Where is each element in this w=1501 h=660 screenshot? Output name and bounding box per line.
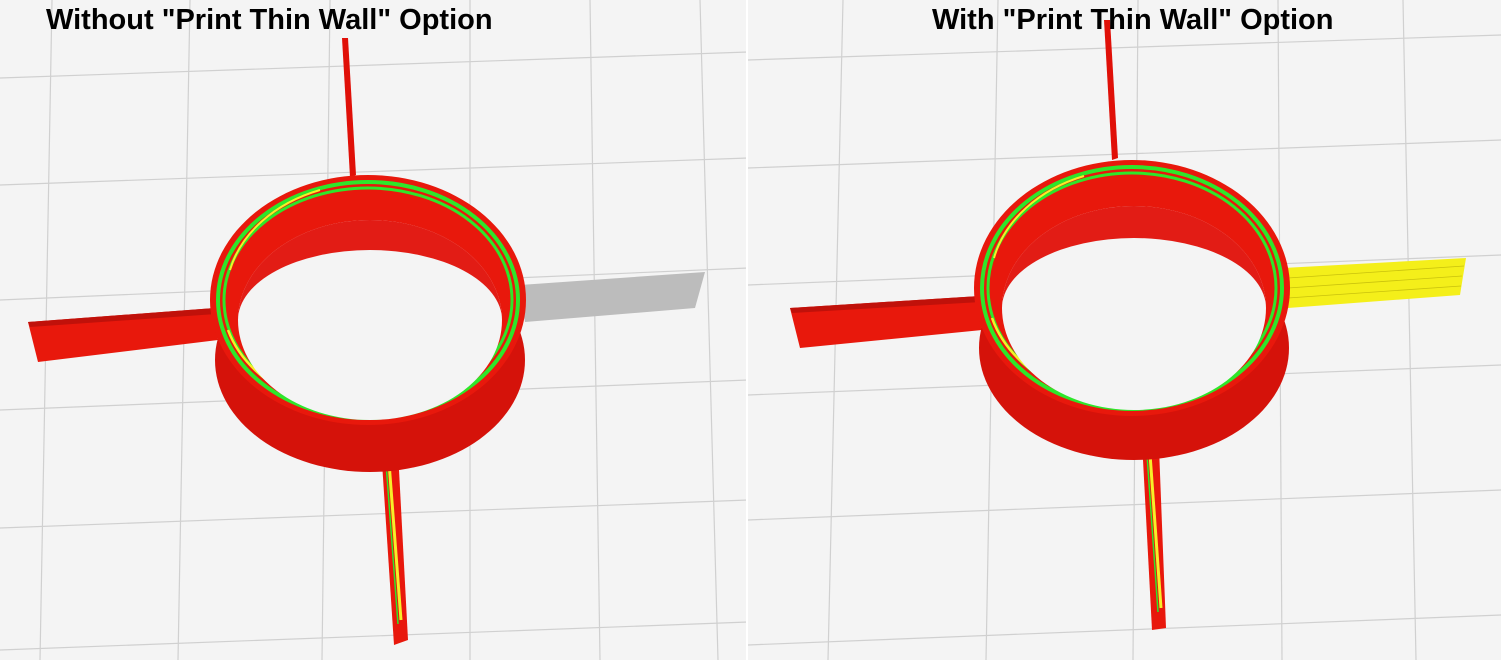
panel-with-thin-wall: With "Print Thin Wall" Option [748,0,1501,660]
comparison-view: Without "Print Thin Wall" Option With "P… [0,0,1501,660]
thin-wall-segment [1283,258,1466,308]
top-spike [342,38,356,177]
ring-model [974,160,1290,460]
left-arm [790,296,982,348]
panel-divider [746,0,748,660]
panel-without-thin-wall: Without "Print Thin Wall" Option [0,0,748,660]
panel-title: Without "Print Thin Wall" Option [46,4,493,36]
ring-model [210,175,526,472]
slice-preview-render [0,0,748,660]
thin-wall-segment [520,272,705,322]
left-arm [28,308,218,362]
slice-preview-render [748,0,1501,660]
top-spike [1104,20,1118,160]
panel-title: With "Print Thin Wall" Option [932,4,1334,36]
